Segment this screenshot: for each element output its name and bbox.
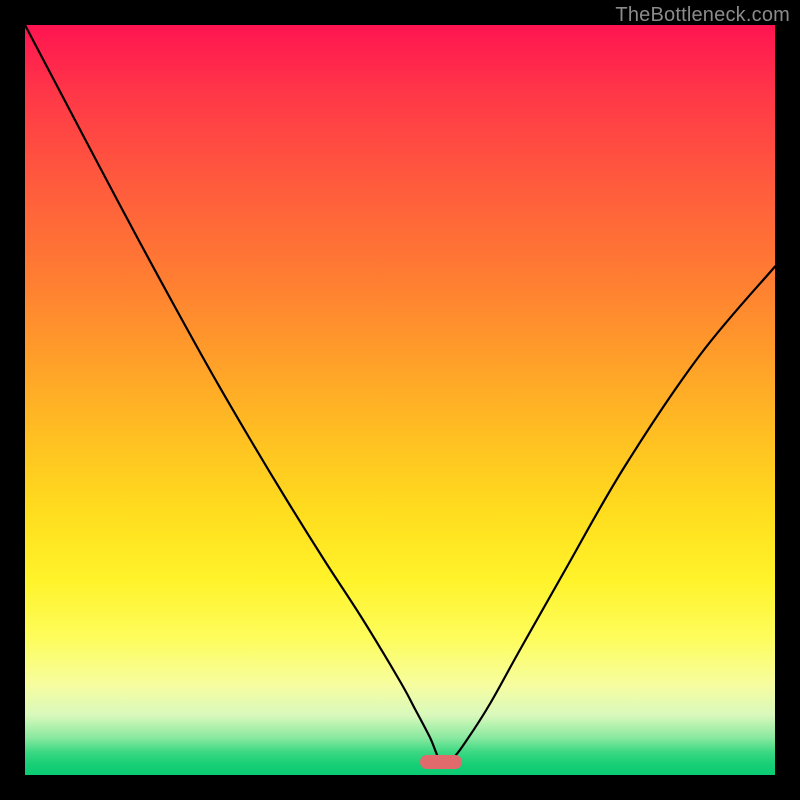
chart-frame: TheBottleneck.com [0,0,800,800]
bottleneck-curve [25,25,775,775]
plot-area [25,25,775,775]
optimal-marker [420,755,462,769]
watermark-text: TheBottleneck.com [615,4,790,27]
